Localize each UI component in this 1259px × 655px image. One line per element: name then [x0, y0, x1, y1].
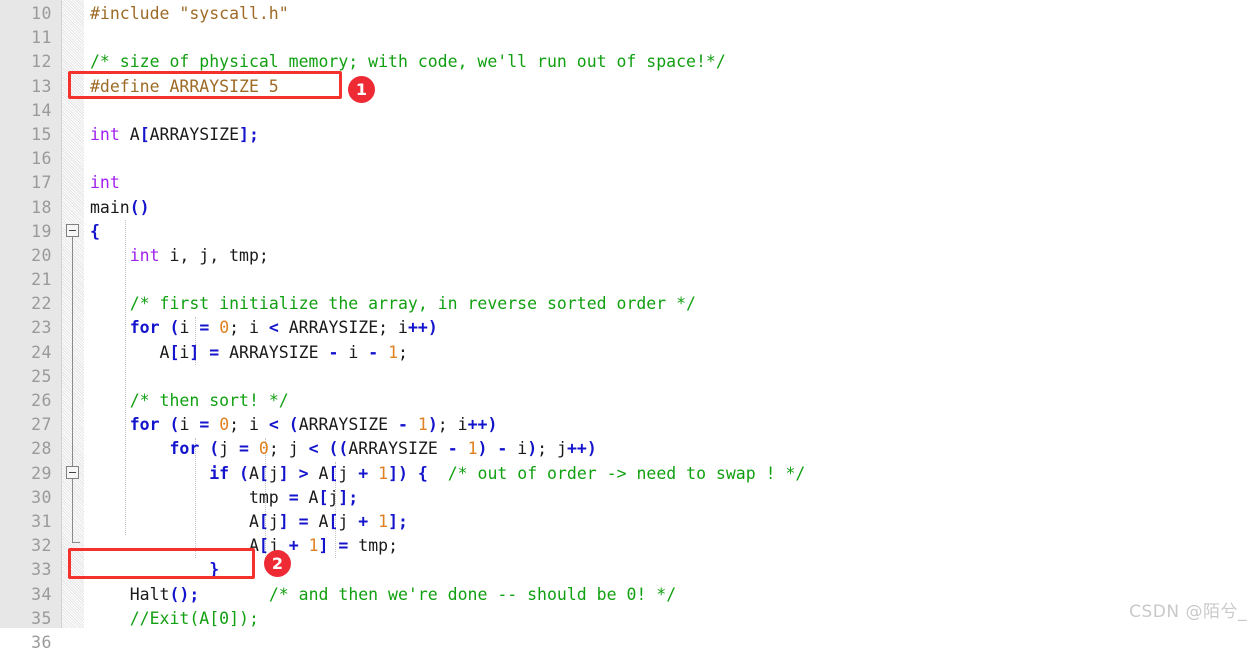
code-lines: #include "syscall.h" /* size of physical…	[84, 2, 1259, 628]
code-line-18[interactable]: main()	[84, 196, 1259, 220]
line-number: 35	[31, 608, 52, 628]
token-preprocessor: #define ARRAYSIZE 5	[90, 76, 279, 96]
token-keyword: for	[169, 439, 200, 459]
line-number: 34	[31, 584, 52, 604]
token-keyword: for	[129, 318, 160, 338]
code-line-23[interactable]: for (i = 0; i < ARRAYSIZE; i++)	[84, 316, 1259, 340]
line-number: 21	[31, 270, 52, 290]
code-line-31[interactable]: A[j] = A[j + 1];	[84, 510, 1259, 534]
token-number: 0	[219, 415, 230, 435]
code-line-13[interactable]: #define ARRAYSIZE 5	[84, 75, 1259, 99]
line-number: 31	[31, 511, 52, 531]
line-number: 17	[31, 173, 52, 193]
code-line-27[interactable]: for (i = 0; i < (ARRAYSIZE - 1); i++)	[84, 413, 1259, 437]
code-line-25[interactable]	[84, 365, 1259, 389]
line-number: 26	[31, 391, 52, 410]
code-line-14[interactable]	[84, 99, 1259, 123]
token-number: 1	[467, 439, 478, 459]
code-line-16[interactable]	[84, 147, 1259, 171]
code-line-32[interactable]: A[j + 1] = tmp;	[84, 534, 1259, 558]
token-number: 1	[388, 342, 399, 362]
line-number: 18	[31, 197, 52, 217]
line-number: 25	[31, 366, 52, 386]
fold-toggle-line-29[interactable]	[66, 466, 79, 479]
code-line-12[interactable]: /* size of physical memory; with code, w…	[84, 50, 1259, 74]
line-number: 32	[31, 536, 52, 556]
line-number: 22	[31, 294, 52, 314]
line-number: 24	[31, 342, 52, 362]
code-line-22[interactable]: /* first initialize the array, in revers…	[84, 292, 1259, 316]
code-line-21[interactable]	[84, 268, 1259, 292]
code-line-33[interactable]: }	[84, 558, 1259, 582]
code-line-17[interactable]: int	[84, 171, 1259, 195]
fold-region-line	[72, 237, 73, 542]
token-comment: /* and then we're done -- should be 0! *…	[268, 584, 677, 604]
line-number: 36	[31, 632, 52, 652]
token-keyword: if	[209, 463, 230, 483]
token-number: 0	[219, 318, 230, 338]
fold-region-end-tick	[72, 542, 80, 543]
line-number: 30	[31, 487, 52, 507]
code-line-15[interactable]: int A[ARRAYSIZE];	[84, 123, 1259, 147]
token-number: 1	[378, 511, 389, 531]
code-line-20[interactable]: int i, j, tmp;	[84, 244, 1259, 268]
line-number: 11	[31, 28, 52, 48]
token-number: 0	[258, 439, 269, 459]
code-line-11[interactable]	[84, 26, 1259, 50]
code-line-30[interactable]: tmp = A[j];	[84, 486, 1259, 510]
line-number: 29	[31, 463, 52, 483]
line-number: 27	[31, 415, 52, 435]
annotation-badge-2: 2	[264, 550, 291, 577]
annotation-badge-1: 1	[348, 76, 375, 103]
line-number: 15	[31, 124, 52, 144]
token-type: int	[90, 124, 120, 144]
line-number: 33	[31, 560, 52, 580]
token-preprocessor: #include "syscall.h"	[90, 4, 289, 23]
code-line-26[interactable]: /* then sort! */	[84, 389, 1259, 413]
line-number: 23	[31, 318, 52, 338]
line-number-gutter: 10 11 12 13 14 15 16 17 18 19 20 21 22 2…	[0, 0, 62, 652]
code-content-area[interactable]: #include "syscall.h" /* size of physical…	[84, 0, 1259, 628]
line-number: 20	[31, 245, 52, 265]
token-number: 1	[308, 536, 319, 556]
token-type: int	[90, 173, 120, 193]
token-type: int	[129, 245, 160, 265]
token-keyword: for	[129, 415, 160, 435]
code-folding-gutter[interactable]	[62, 0, 84, 628]
code-editor[interactable]: 10 11 12 13 14 15 16 17 18 19 20 21 22 2…	[0, 0, 1259, 652]
line-number: 13	[31, 76, 52, 96]
token-number: 1	[378, 463, 389, 483]
code-line-28[interactable]: for (j = 0; j < ((ARRAYSIZE - 1) - i); j…	[84, 437, 1259, 461]
code-line-10[interactable]: #include "syscall.h"	[84, 2, 1259, 26]
fold-toggle-line-19[interactable]	[66, 224, 79, 237]
line-number: 16	[31, 149, 52, 169]
code-line-34[interactable]: Halt(); /* and then we're done -- should…	[84, 583, 1259, 607]
line-number: 14	[31, 100, 52, 120]
token-comment: /* then sort! */	[129, 391, 289, 410]
line-number: 19	[31, 221, 52, 241]
line-number: 12	[31, 52, 52, 72]
watermark: CSDN @陌兮_	[1129, 602, 1247, 622]
token-comment: /* size of physical memory; with code, w…	[90, 52, 726, 72]
line-number: 28	[31, 439, 52, 459]
token-number: 1	[417, 415, 428, 435]
token-comment: /* out of order -> need to swap ! */	[447, 463, 806, 483]
token-comment: //Exit(A[0]);	[129, 608, 259, 628]
line-number: 10	[31, 4, 52, 23]
code-line-35[interactable]: //Exit(A[0]);	[84, 607, 1259, 628]
token-comment: /* first initialize the array, in revers…	[129, 294, 696, 314]
code-line-29[interactable]: if (A[j] > A[j + 1]) { /* out of order -…	[84, 462, 1259, 486]
code-line-24[interactable]: A[i] = ARRAYSIZE - i - 1;	[84, 341, 1259, 365]
code-line-19[interactable]: {	[84, 220, 1259, 244]
